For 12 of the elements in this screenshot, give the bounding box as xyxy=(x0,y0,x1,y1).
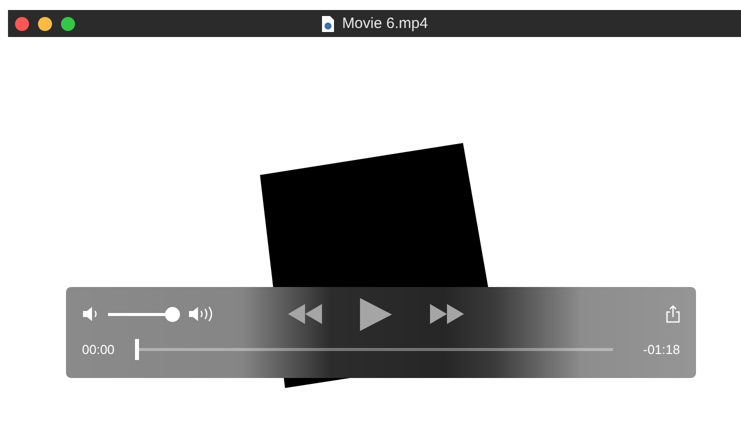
window-title: Movie 6.mp4 xyxy=(342,15,428,32)
elapsed-time: 00:00 xyxy=(82,342,115,356)
close-button[interactable] xyxy=(15,16,29,30)
movie-file-icon xyxy=(321,16,334,32)
rewind-button[interactable] xyxy=(288,304,322,324)
remaining-time: -01:18 xyxy=(643,342,680,356)
share-button[interactable] xyxy=(666,305,680,323)
play-button[interactable] xyxy=(360,298,392,330)
volume-slider[interactable] xyxy=(108,306,180,322)
fast-forward-button[interactable] xyxy=(430,304,464,324)
minimize-button[interactable] xyxy=(38,16,52,30)
zoom-button[interactable] xyxy=(61,16,75,30)
